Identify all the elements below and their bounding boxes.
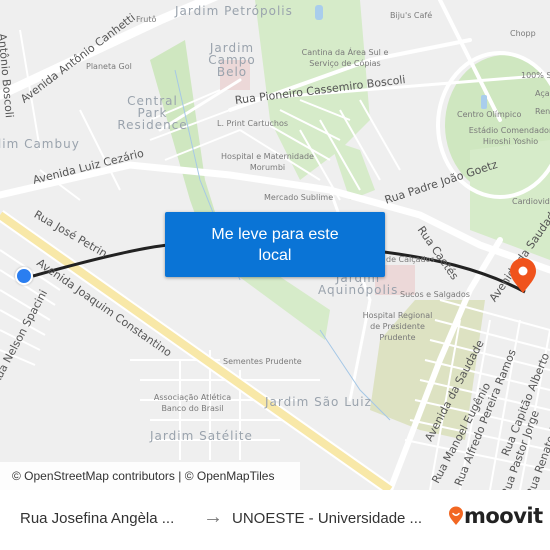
poi-mercado-sublime: Mercado Sublime	[264, 193, 334, 202]
poi-acai: Açaí	[535, 89, 550, 98]
moovit-logo[interactable]: moovit	[448, 504, 543, 528]
poi-100-s: 100% S	[521, 71, 550, 80]
poi-planeta-gol: Planeta Gol	[86, 62, 132, 71]
poi-ren: Ren	[535, 107, 550, 116]
poi-l-print-cartuchos: L. Print Cartuchos	[217, 119, 289, 128]
origin-marker[interactable]	[15, 267, 33, 285]
label-jardim-petropolis: Jardim Petrópolis	[175, 4, 293, 18]
poi-sementes-prudente: Sementes Prudente	[223, 357, 302, 366]
label-central-park-residence: Central Park Residence	[117, 94, 188, 132]
poi-chopp: Chopp	[510, 29, 536, 38]
label-jardim-campo-belo: Jardim Campo Belo	[208, 41, 256, 79]
poi-bijus-cafe: Biju's Café	[390, 11, 433, 20]
poi-sucos-salgados: Sucos e Salgados	[400, 290, 470, 299]
poi-centro-olimpico: Centro Olímpico	[457, 110, 522, 119]
poi-estadio-comendador: Estádio Comendador Hiroshi Yoshio	[468, 126, 550, 146]
label-jardim-satelite: Jardim Satélite	[150, 429, 253, 443]
origin-name: Rua Josefina Angèla ...	[20, 510, 175, 527]
moovit-pin-icon	[449, 506, 463, 525]
take-me-there-button[interactable]: Me leve para este local	[165, 212, 385, 277]
label-jardim-cambuy: Jardim Cambuy	[0, 137, 80, 151]
poi-hospital-morumbi: Hospital e Maternidade Morumbi	[221, 152, 314, 172]
poi-cantina-area-sul: Cantina da Área Sul e Serviço de Cópias	[301, 48, 389, 68]
map-attribution[interactable]: © OpenStreetMap contributors | © OpenMap…	[0, 462, 300, 490]
take-me-there-label: Me leve para este local	[211, 225, 339, 264]
poi-hospital-regional: Hospital Regional de Presidente Prudente	[362, 311, 433, 342]
destination-pin-icon[interactable]	[508, 258, 538, 299]
attribution-text: © OpenStreetMap contributors | © OpenMap…	[12, 469, 275, 483]
destination-name: UNOESTE - Universidade ...	[232, 510, 423, 527]
moovit-wordmark: moovit	[464, 504, 543, 528]
route-footer: Rua Josefina Angèla ... → UNOESTE - Univ…	[0, 490, 550, 550]
poi-associacao-atletica: Associação Atlética Banco do Brasil	[153, 393, 232, 413]
poi-calcados: de Calçados	[386, 255, 435, 264]
poi-fruto: Frutô	[136, 15, 157, 24]
map-view[interactable]: Jardim Petrópolis Jardim Campo Belo Cent…	[0, 0, 550, 490]
poi-cardiovida: Cardiovida	[512, 197, 550, 206]
label-jardim-sao-luiz: Jardim São Luiz	[265, 395, 372, 409]
arrow-right-icon: →	[203, 506, 223, 528]
